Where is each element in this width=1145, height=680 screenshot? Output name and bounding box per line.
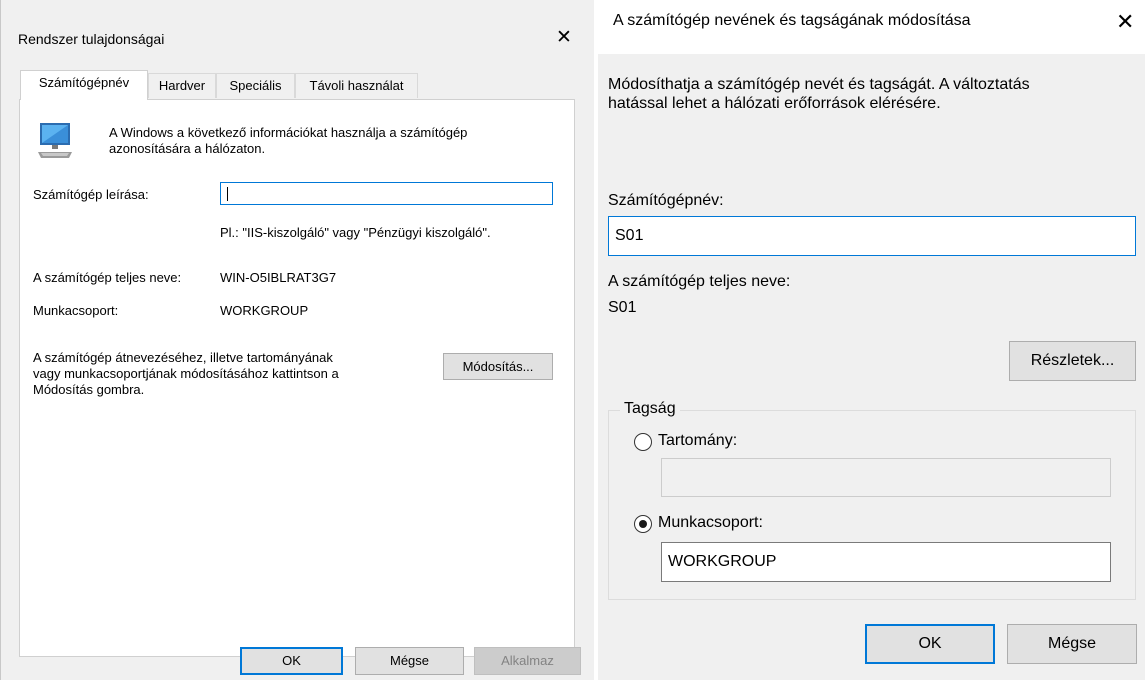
full-name-label: A számítógép teljes neve:	[608, 273, 791, 290]
text-cursor	[227, 187, 228, 201]
domain-radio[interactable]	[634, 433, 652, 451]
workgroup-radio[interactable]	[634, 515, 652, 533]
rename-text-line3: Módosítás gombra.	[33, 382, 145, 397]
close-icon[interactable]: ✕	[556, 26, 572, 49]
radio-selected-dot	[639, 520, 647, 528]
tab-computer-name[interactable]: Számítógépnév	[20, 70, 148, 100]
rename-text-line1: A számítógép átnevezéséhez, illetve tart…	[33, 350, 333, 365]
details-button[interactable]: Részletek...	[1009, 341, 1136, 381]
computer-name-input[interactable]: S01	[608, 216, 1136, 256]
workgroup-value: WORKGROUP	[220, 303, 309, 318]
description-label: Számítógép leírása:	[33, 187, 149, 202]
intro-text-line2: hatással lehet a hálózati erőforrások el…	[608, 95, 941, 112]
cancel-button[interactable]: Mégse	[1007, 624, 1137, 664]
workgroup-input[interactable]: WORKGROUP	[661, 542, 1111, 582]
window-border	[0, 0, 1, 680]
system-properties-dialog: Rendszer tulajdonságai ✕ Számítógépnév H…	[0, 0, 594, 680]
intro-text-line1: A Windows a következő információkat hasz…	[109, 125, 468, 140]
ok-button[interactable]: OK	[865, 624, 995, 664]
domain-label: Tartomány:	[658, 432, 738, 449]
tab-advanced[interactable]: Speciális	[216, 73, 295, 98]
computer-name-label: Számítógépnév:	[608, 192, 724, 209]
full-name-label: A számítógép teljes neve:	[33, 270, 182, 285]
tab-hardware[interactable]: Hardver	[148, 73, 216, 98]
computer-monitor-icon	[37, 122, 73, 167]
domain-input[interactable]	[661, 458, 1111, 497]
workgroup-label: Munkacsoport:	[658, 514, 763, 531]
close-icon[interactable]: ✕	[1116, 9, 1134, 35]
change-name-dialog: A számítógép nevének és tagságának módos…	[598, 0, 1145, 680]
dialog-title: A számítógép nevének és tagságának módos…	[613, 12, 971, 29]
tab-remote[interactable]: Távoli használat	[295, 73, 418, 98]
full-name-value: S01	[608, 299, 637, 316]
intro-text-line2: azonosítására a hálózaton.	[109, 141, 266, 156]
full-name-value: WIN-O5IBLRAT3G7	[220, 270, 337, 285]
cancel-button[interactable]: Mégse	[355, 647, 464, 675]
membership-legend: Tagság	[620, 400, 680, 418]
dialog-title: Rendszer tulajdonságai	[18, 31, 165, 47]
tab-panel-computer-name: A Windows a következő információkat hasz…	[19, 99, 575, 657]
example-text: Pl.: "IIS-kiszolgáló" vagy "Pénzügyi kis…	[220, 225, 491, 240]
workgroup-label: Munkacsoport:	[33, 303, 119, 318]
description-input[interactable]	[220, 182, 553, 205]
change-button[interactable]: Módosítás...	[443, 353, 553, 380]
rename-text-line2: vagy munkacsoportjának módosításához kat…	[33, 366, 339, 381]
intro-text-line1: Módosíthatja a számítógép nevét és tagsá…	[608, 76, 1030, 93]
ok-button[interactable]: OK	[240, 647, 343, 675]
apply-button[interactable]: Alkalmaz	[474, 647, 581, 675]
